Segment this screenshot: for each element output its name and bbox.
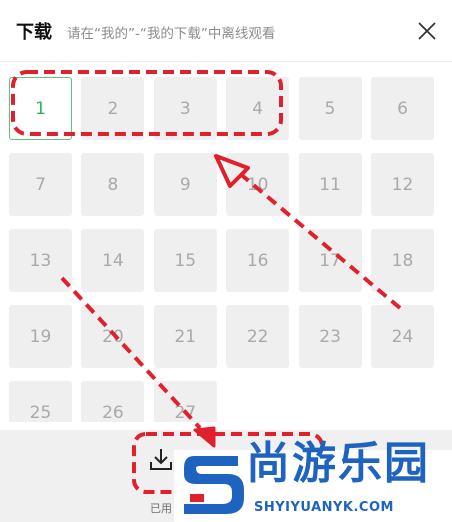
episode-item-18[interactable]: 18 — [371, 229, 434, 292]
episode-item-2[interactable]: 2 — [81, 77, 145, 140]
page-title: 下载 — [16, 22, 52, 43]
episode-item-17[interactable]: 17 — [298, 229, 362, 292]
episode-item-20[interactable]: 20 — [81, 305, 145, 368]
episode-item-1[interactable]: 1 — [9, 77, 72, 140]
episode-item-7[interactable]: 7 — [9, 153, 72, 216]
episode-item-6[interactable]: 6 — [371, 77, 434, 140]
episode-item-9[interactable]: 9 — [153, 153, 217, 216]
episode-item-5[interactable]: 5 — [298, 77, 362, 140]
offline-hint: 请在“我的”-“我的下载”中离线观看 — [67, 26, 276, 42]
episode-item-15[interactable]: 15 — [153, 229, 217, 292]
watermark-brand-en: SHYIYUANYK.COM — [254, 500, 394, 515]
episode-item-12[interactable]: 12 — [371, 153, 434, 216]
episode-item-26[interactable]: 26 — [81, 381, 145, 422]
episode-item-22[interactable]: 22 — [226, 305, 290, 368]
episode-item-11[interactable]: 11 — [298, 153, 362, 216]
watermark-logo-icon — [184, 456, 244, 514]
episode-item-27[interactable]: 27 — [153, 381, 217, 422]
download-icon[interactable] — [148, 446, 174, 472]
episode-item-14[interactable]: 14 — [81, 229, 145, 292]
episode-grid: 1 2 3 4 5 6 7 8 9 10 11 12 13 14 15 16 17 18 19 20 21 22 23 24 2… — [0, 62, 452, 422]
watermark-brand-cn: 尚游乐园 — [246, 438, 430, 489]
episode-item-10[interactable]: 10 — [226, 153, 290, 216]
episode-item-16[interactable]: 16 — [226, 229, 290, 292]
episode-item-24[interactable]: 24 — [371, 305, 434, 368]
episode-item-8[interactable]: 8 — [81, 153, 145, 216]
episode-item-25[interactable]: 25 — [9, 381, 72, 422]
close-icon[interactable] — [414, 18, 440, 44]
episode-item-3[interactable]: 3 — [153, 77, 217, 140]
episode-item-19[interactable]: 19 — [9, 305, 72, 368]
episode-item-13[interactable]: 13 — [9, 229, 72, 292]
episode-item-21[interactable]: 21 — [153, 305, 217, 368]
downloaded-label: 已用 — [150, 502, 172, 515]
episode-item-4[interactable]: 4 — [226, 77, 290, 140]
download-header: 下载 请在“我的”-“我的下载”中离线观看 — [0, 0, 452, 62]
episode-item-23[interactable]: 23 — [298, 305, 362, 368]
